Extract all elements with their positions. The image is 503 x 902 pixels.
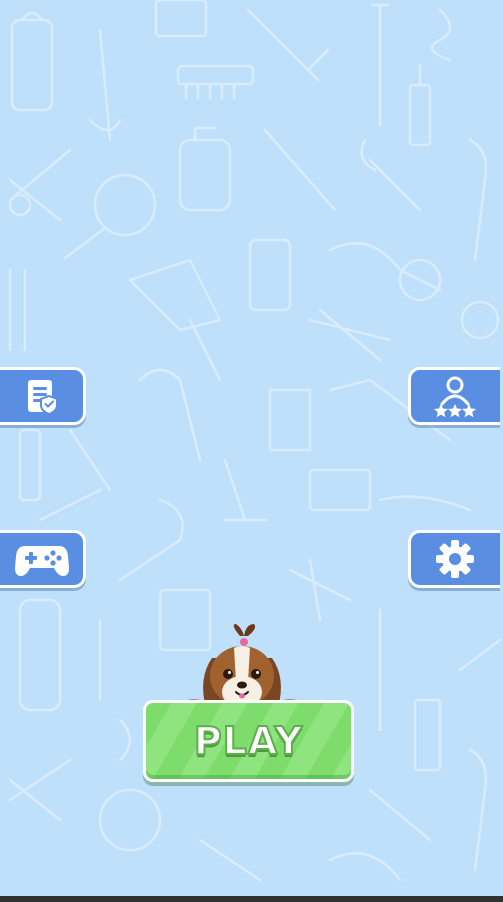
gear-icon [435,540,474,578]
gamepad-icon [14,546,69,576]
games-button[interactable] [0,530,86,588]
clipboard-check-icon [27,380,58,416]
play-button-label: PLAY [193,718,304,764]
play-button[interactable]: PLAY [143,700,354,782]
bottom-edge-bar [0,896,503,902]
tasks-button[interactable] [0,367,86,425]
user-stars-icon [433,376,476,418]
rating-button[interactable] [408,367,500,425]
settings-button[interactable] [408,530,500,588]
